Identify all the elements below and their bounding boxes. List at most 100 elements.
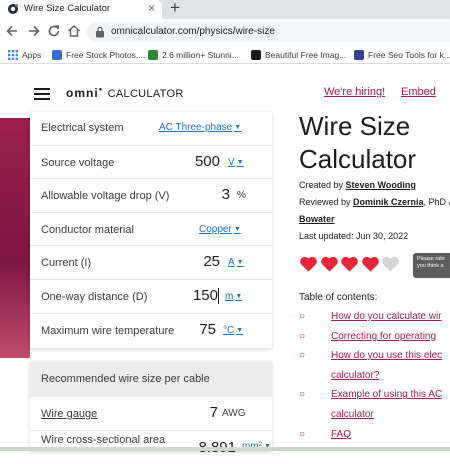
reviewed-prefix: Reviewed by	[299, 197, 354, 207]
distance-input[interactable]: 150	[193, 287, 218, 304]
field-label: Current (I)	[41, 257, 92, 270]
field-label: Electrical system	[41, 122, 124, 134]
distance-row: One-way distance (D) 150 m ▼	[30, 280, 272, 314]
results-card: Recommended wire size per cable Wire gau…	[30, 362, 272, 456]
toc-link-continued[interactable]: calculator	[331, 409, 374, 420]
bookmark-label: Apps	[22, 49, 42, 60]
url-text[interactable]: omnicalculator.com/physics/wire-size	[111, 26, 275, 37]
field-label: Source voltage	[41, 156, 115, 169]
bookmark-favicon-icon	[354, 49, 364, 60]
reviewer-link[interactable]: Dominik Czernia	[353, 197, 424, 207]
toc-bullet-icon: ○	[299, 330, 306, 342]
omni-logo[interactable]: omni● CALCULATOR	[66, 86, 184, 100]
created-by: Created by Steven Wooding	[299, 180, 416, 190]
toc-link[interactable]: Correcting for operating	[331, 331, 436, 342]
hiring-link[interactable]: We're hiring!	[324, 86, 385, 98]
field-label: Conductor material	[41, 223, 134, 236]
toc-link[interactable]: How do you use this elec	[331, 350, 442, 361]
heart-filled-icon[interactable]	[299, 255, 318, 273]
forward-arrow-icon[interactable]	[26, 23, 42, 39]
toc-bullet-icon: ○	[299, 311, 306, 322]
bottom-edge	[0, 447, 450, 451]
toc-title: Table of contents:	[299, 292, 378, 303]
toc-link[interactable]: How do you calculate wir	[331, 311, 442, 322]
reviewed-suffix: , PhD &	[423, 197, 450, 207]
temperature-unit-select[interactable]: °C ▼	[223, 325, 243, 336]
chevron-down-icon: ▼	[233, 225, 241, 233]
bookmark-label: Beautiful Free Imag...	[265, 49, 347, 60]
omni-favicon-icon	[8, 4, 18, 14]
hero-background	[0, 118, 30, 358]
field-label: Wire gauge	[41, 408, 98, 420]
electrical-system-select[interactable]: AC Three-phase ▼	[159, 122, 241, 133]
rating-tooltip: Please rate you think a	[413, 253, 450, 278]
lock-icon[interactable]	[95, 26, 105, 38]
bookmark-stunning-photos[interactable]: 2.6 million+ Stunni...	[148, 47, 239, 62]
toc-link[interactable]: Example of using this AC	[331, 389, 442, 400]
created-prefix: Created by	[299, 180, 346, 190]
author-link[interactable]: Steven Wooding	[346, 180, 416, 190]
address-bar[interactable]: omnicalculator.com/physics/wire-size	[87, 22, 450, 42]
bookmark-favicon-icon	[52, 49, 62, 60]
back-arrow-icon[interactable]	[4, 23, 20, 39]
conductor-material-select[interactable]: Copper ▼	[199, 224, 241, 235]
title-line: Calculator	[299, 144, 417, 174]
results-header: Recommended wire size per cable	[30, 362, 272, 397]
heart-filled-icon[interactable]	[361, 255, 380, 273]
results-title: Recommended wire size per cable	[41, 373, 210, 385]
reload-icon[interactable]	[46, 23, 62, 39]
toc-bullet-icon: ○	[299, 350, 306, 362]
field-label: Wire cross-sectional area	[41, 433, 166, 446]
embed-link[interactable]: Embed	[401, 86, 436, 98]
wire-gauge-value: 7	[209, 404, 218, 421]
tab-close-icon[interactable]: ×	[148, 1, 155, 15]
chevron-down-icon: ▼	[236, 158, 244, 166]
field-label: Allowable voltage drop (V)	[41, 190, 170, 203]
percent-unit: %	[237, 190, 246, 202]
bookmark-free-stock-photos[interactable]: Free Stock Photos,...	[52, 47, 145, 62]
reviewed-by-second: Bowater	[299, 214, 335, 224]
tab-title: Wire Size Calculator	[24, 3, 111, 14]
heart-filled-icon[interactable]	[340, 255, 359, 273]
voltage-unit-select[interactable]: V ▼	[228, 157, 244, 168]
current-unit-select[interactable]: A ▼	[228, 257, 244, 268]
reviewer-link[interactable]: Bowater	[299, 214, 335, 224]
chevron-down-icon: ▼	[234, 124, 242, 131]
heart-empty-icon[interactable]	[381, 255, 400, 273]
toc-link-continued[interactable]: calculator?	[331, 370, 379, 381]
voltage-drop-row: Allowable voltage drop (V) 3 %	[30, 179, 272, 213]
hamburger-menu-icon[interactable]	[34, 88, 50, 100]
bookmark-beautiful-free-images[interactable]: Beautiful Free Imag...	[251, 47, 346, 62]
chevron-down-icon: ▼	[236, 326, 244, 334]
voltage-drop-input[interactable]: 3	[222, 186, 230, 203]
bookmark-label: 2.6 million+ Stunni...	[162, 49, 239, 60]
field-label: One-way distance (D)	[41, 291, 148, 303]
bookmarks-bar: Apps Free Stock Photos,... 2.6 million+ …	[0, 45, 450, 64]
toc-bullet-icon: ○	[299, 428, 306, 440]
title-line: Wire Size	[299, 111, 411, 141]
logo-main-text: omni	[66, 86, 99, 100]
text-cursor	[218, 288, 219, 304]
browser-toolbar: omnicalculator.com/physics/wire-size	[0, 19, 450, 45]
new-tab-button[interactable]: +	[170, 0, 180, 18]
source-voltage-input[interactable]: 500	[195, 153, 220, 170]
apps-grid-icon	[8, 49, 18, 60]
heart-filled-icon[interactable]	[320, 255, 339, 273]
chevron-down-icon: ▼	[235, 293, 243, 300]
field-label: Maximum wire temperature	[41, 324, 175, 337]
home-icon[interactable]	[66, 23, 82, 39]
browser-tab-strip: Wire Size Calculator × +	[0, 0, 450, 19]
electrical-system-row: Electrical system AC Three-phase ▼	[30, 112, 272, 146]
wire-gauge-row: Wire gauge 7 AWG	[30, 397, 272, 431]
distance-unit-select[interactable]: m ▼	[225, 291, 242, 302]
conductor-material-row: Conductor material Copper ▼	[30, 213, 272, 247]
bookmark-free-seo-tools[interactable]: Free Seo Tools for k...	[354, 47, 450, 62]
bookmark-apps[interactable]: Apps	[8, 47, 41, 62]
awg-unit: AWG	[222, 408, 246, 419]
tooltip-line: you think a	[417, 263, 444, 269]
temperature-input[interactable]: 75	[199, 321, 216, 338]
current-input[interactable]: 25	[203, 253, 220, 270]
page-title: Wire Size Calculator	[299, 110, 416, 176]
toc-link[interactable]: FAQ	[331, 429, 351, 440]
browser-tab[interactable]: Wire Size Calculator ×	[0, 0, 162, 19]
